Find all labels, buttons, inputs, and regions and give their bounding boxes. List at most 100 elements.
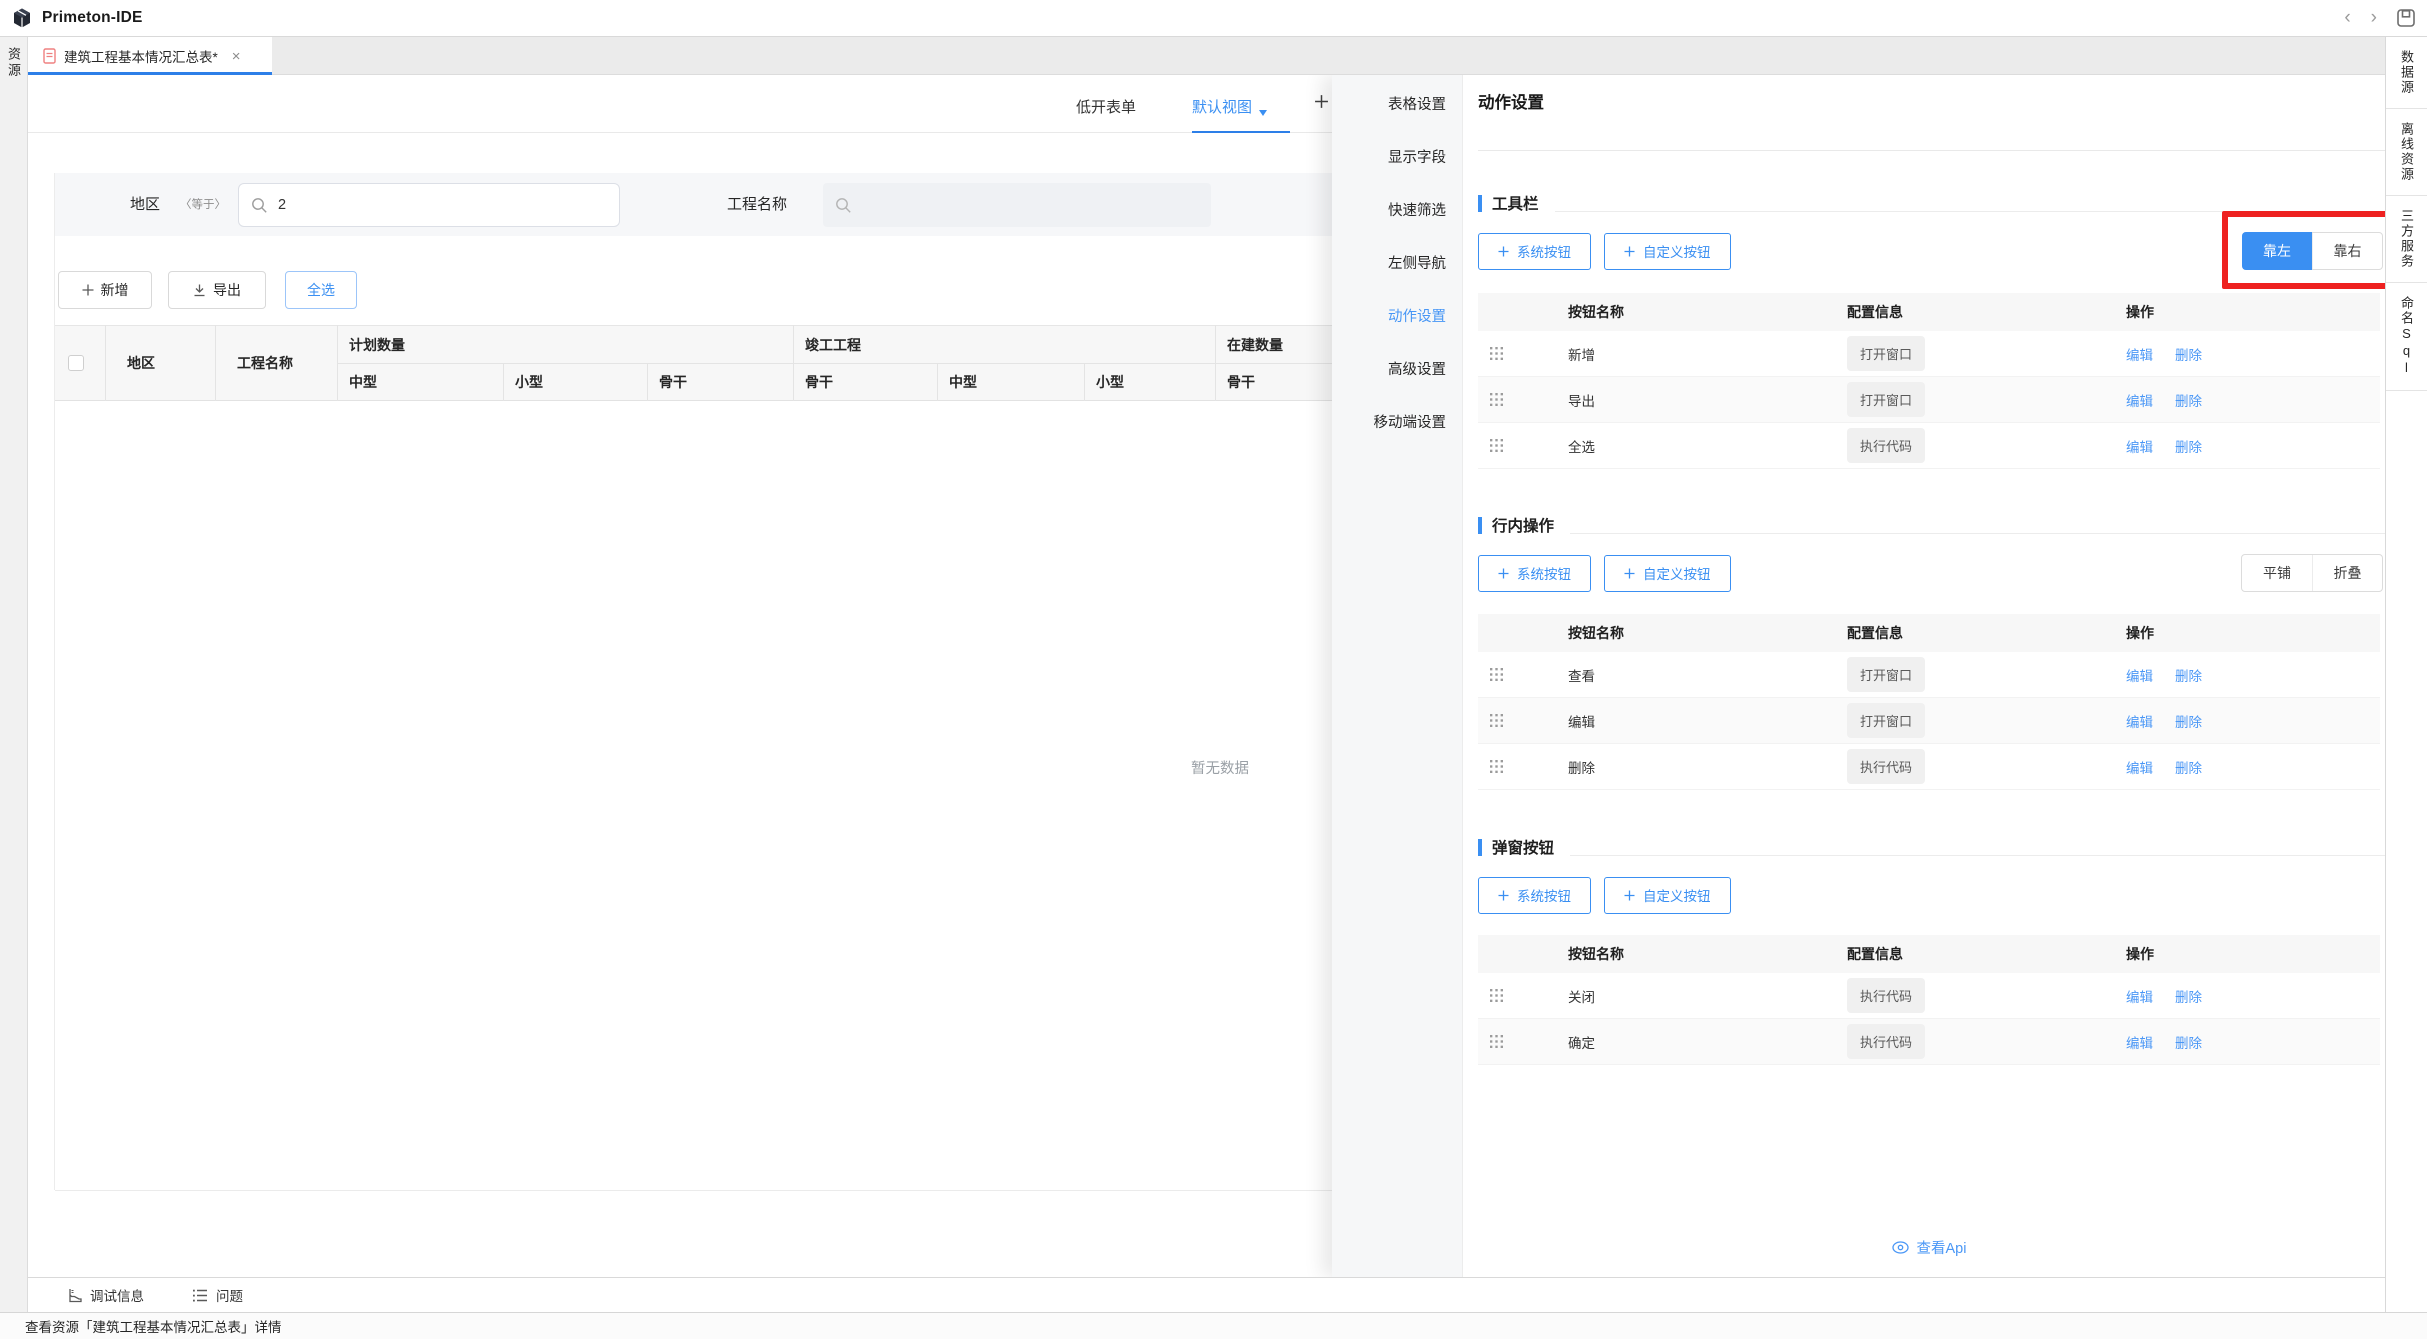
delete-link[interactable]: 删除	[2175, 440, 2202, 455]
project-filter-value[interactable]	[862, 197, 1171, 213]
grid-export-button[interactable]: 导出	[168, 271, 266, 309]
section-title-rule	[1570, 533, 2385, 534]
delete-link[interactable]: 删除	[2175, 669, 2202, 684]
history-forward-icon[interactable]: ›	[2369, 8, 2379, 28]
dialog-buttons-table: 按钮名称 配置信息 操作 关闭 执行代码 编辑删除 确定 执行代码 编辑删除	[1478, 935, 2380, 1065]
panel-title: 动作设置	[1478, 89, 2385, 113]
tile-option[interactable]: 平铺	[2242, 555, 2312, 591]
plus-icon	[1498, 568, 1509, 579]
edit-link[interactable]: 编辑	[2126, 394, 2153, 409]
right-rail: 数据源 离线资源 三方服务 命名Sql	[2385, 37, 2427, 1312]
save-icon[interactable]	[2395, 7, 2417, 29]
colgroup-planned-qty: 计划数量	[349, 325, 405, 363]
edit-link[interactable]: 编辑	[2126, 669, 2153, 684]
table-row: 查看 打开窗口 编辑删除	[1478, 652, 2380, 698]
problems-button[interactable]: 问题	[192, 1285, 243, 1305]
history-back-icon[interactable]: ‹	[2342, 8, 2352, 28]
download-icon	[193, 284, 206, 297]
document-icon	[43, 48, 56, 64]
edit-link[interactable]: 编辑	[2126, 990, 2153, 1005]
edit-link[interactable]: 编辑	[2126, 1036, 2153, 1051]
settings-panel: 表格设置 显示字段 快速筛选 左侧导航 动作设置 高级设置 移动端设置 动作设置…	[1332, 75, 2385, 1277]
inline-buttons-table: 按钮名称 配置信息 操作 查看 打开窗口 编辑删除 编辑 打开窗口 编辑删除	[1478, 614, 2380, 790]
project-filter-input[interactable]	[823, 183, 1211, 227]
plus-icon	[1498, 890, 1509, 901]
settings-nav-display-fields[interactable]: 显示字段	[1332, 132, 1462, 185]
drag-handle-icon[interactable]	[1478, 1035, 1568, 1048]
delete-link[interactable]: 删除	[2175, 348, 2202, 363]
settings-nav: 表格设置 显示字段 快速筛选 左侧导航 动作设置 高级设置 移动端设置	[1332, 75, 1463, 1277]
debug-info-button[interactable]: 调试信息	[66, 1285, 144, 1305]
add-custom-button[interactable]: 自定义按钮	[1604, 877, 1731, 914]
add-custom-button[interactable]: 自定义按钮	[1604, 233, 1731, 270]
add-view-button[interactable]	[1314, 88, 1329, 115]
canvas-card-border	[54, 173, 55, 1190]
region-filter-operator[interactable]: 〈等于〉	[180, 173, 226, 236]
header-divider	[503, 363, 504, 401]
table-row: 关闭 执行代码 编辑删除	[1478, 973, 2380, 1019]
select-all-checkbox[interactable]	[68, 355, 84, 371]
debug-icon	[66, 1287, 83, 1304]
add-system-button[interactable]: 系统按钮	[1478, 555, 1591, 592]
edit-link[interactable]: 编辑	[2126, 440, 2153, 455]
colgroup-in-construction-qty: 在建数量	[1227, 325, 1283, 363]
subcol-backbone: 骨干	[659, 363, 687, 401]
section-title-rule	[1555, 211, 2385, 212]
settings-nav-mobile[interactable]: 移动端设置	[1332, 397, 1462, 450]
region-filter-value[interactable]	[278, 197, 581, 213]
section-inline-actions: 行内操作 系统按钮 自定义按钮 平铺 折叠	[1478, 513, 2385, 790]
config-chip: 执行代码	[1847, 428, 1925, 463]
settings-nav-advanced[interactable]: 高级设置	[1332, 344, 1462, 397]
edit-link[interactable]: 编辑	[2126, 761, 2153, 776]
rail-item-offline-resource[interactable]: 离线资源	[2386, 109, 2427, 196]
tab-active-document[interactable]: 建筑工程基本情况汇总表* ×	[28, 37, 272, 75]
rail-item-named-sql[interactable]: 命名Sql	[2386, 283, 2427, 391]
delete-link[interactable]: 删除	[2175, 1036, 2202, 1051]
drag-handle-icon[interactable]	[1478, 714, 1568, 727]
view-selector[interactable]: 默认视图	[1192, 96, 1267, 117]
delete-link[interactable]: 删除	[2175, 394, 2202, 409]
edit-link[interactable]: 编辑	[2126, 348, 2153, 363]
settings-nav-table[interactable]: 表格设置	[1332, 79, 1462, 132]
section-title: 弹窗按钮	[1492, 836, 1554, 858]
delete-link[interactable]: 删除	[2175, 990, 2202, 1005]
header-divider	[105, 325, 106, 401]
drag-handle-icon[interactable]	[1478, 760, 1568, 773]
drag-handle-icon[interactable]	[1478, 347, 1568, 360]
collapse-option[interactable]: 折叠	[2312, 555, 2382, 591]
delete-link[interactable]: 删除	[2175, 761, 2202, 776]
view-api-link[interactable]: 查看Api	[1892, 1237, 1967, 1258]
table-row: 全选 执行代码 编辑删除	[1478, 423, 2380, 469]
config-chip: 打开窗口	[1847, 336, 1925, 371]
align-right-option[interactable]: 靠右	[2312, 233, 2382, 269]
settings-nav-actions[interactable]: 动作设置	[1332, 291, 1462, 344]
button-name: 导出	[1568, 390, 1847, 410]
add-custom-button[interactable]: 自定义按钮	[1604, 555, 1731, 592]
form-mode-tab[interactable]: 低开表单	[1076, 96, 1136, 117]
drag-handle-icon[interactable]	[1478, 439, 1568, 452]
tab-close-icon[interactable]: ×	[232, 49, 241, 64]
section-title: 行内操作	[1492, 514, 1554, 536]
drag-handle-icon[interactable]	[1478, 989, 1568, 1002]
header-divider	[1084, 363, 1085, 401]
rail-item-third-party-service[interactable]: 三方服务	[2386, 196, 2427, 283]
delete-link[interactable]: 删除	[2175, 715, 2202, 730]
left-rail-resources[interactable]: 资源	[4, 47, 23, 79]
region-filter-input[interactable]	[238, 183, 620, 227]
settings-nav-quick-filter[interactable]: 快速筛选	[1332, 185, 1462, 238]
tab-title: 建筑工程基本情况汇总表*	[64, 46, 218, 66]
align-left-option[interactable]: 靠左	[2242, 232, 2312, 270]
section-accent-bar	[1478, 195, 1482, 212]
header-divider	[647, 363, 648, 401]
drag-handle-icon[interactable]	[1478, 668, 1568, 681]
edit-link[interactable]: 编辑	[2126, 715, 2153, 730]
add-system-button[interactable]: 系统按钮	[1478, 877, 1591, 914]
grid-select-all-button[interactable]: 全选	[285, 271, 357, 309]
drag-handle-icon[interactable]	[1478, 393, 1568, 406]
add-system-button[interactable]: 系统按钮	[1478, 233, 1591, 270]
settings-nav-left-nav[interactable]: 左侧导航	[1332, 238, 1462, 291]
config-chip: 执行代码	[1847, 1024, 1925, 1059]
rail-item-datasource[interactable]: 数据源	[2386, 37, 2427, 109]
grid-add-button[interactable]: 新增	[58, 271, 152, 309]
plus-icon	[1498, 246, 1509, 257]
